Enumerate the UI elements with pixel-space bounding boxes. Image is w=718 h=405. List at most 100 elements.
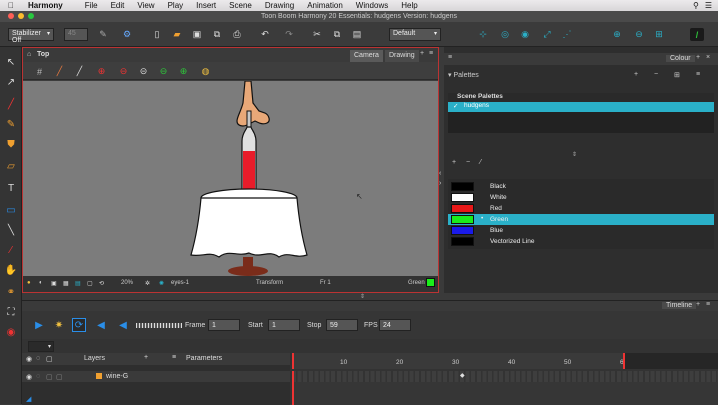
pencil-tool-icon[interactable]: ✎ bbox=[4, 117, 18, 131]
rectangle-tool-icon[interactable]: ▭ bbox=[4, 203, 18, 217]
export-icon[interactable]: ⎙ bbox=[230, 28, 244, 41]
menu-help[interactable]: Help bbox=[401, 1, 417, 10]
start-marker[interactable] bbox=[292, 353, 294, 369]
tab-colour[interactable]: Colour bbox=[666, 55, 695, 62]
panel-menu-icon[interactable]: ≡ bbox=[448, 54, 452, 61]
reset-zoom-icon[interactable]: ⊖ bbox=[117, 65, 130, 78]
stabilizer-value-field[interactable]: 45 bbox=[64, 28, 88, 41]
paint-tool-icon[interactable]: ◉ bbox=[4, 325, 18, 339]
new-scene-icon[interactable]: ▯ bbox=[150, 28, 164, 41]
light-table-icon[interactable]: ⊖ bbox=[632, 28, 646, 41]
stop-field[interactable]: 59 bbox=[326, 319, 358, 331]
open-folder-icon[interactable]: ▰ bbox=[170, 28, 184, 41]
swatch-blue[interactable]: Blue bbox=[448, 225, 714, 236]
tab-timeline[interactable]: Timeline bbox=[662, 302, 697, 309]
palettes-toggle[interactable]: ▾ Palettes bbox=[448, 71, 479, 79]
menu-drawing[interactable]: Drawing bbox=[265, 1, 294, 10]
collapse-left-icon[interactable]: ‹ bbox=[439, 170, 441, 177]
splitter-handle-icon[interactable]: ⇕ bbox=[360, 293, 365, 300]
swatch-white[interactable]: White bbox=[448, 192, 714, 203]
colour-dropper-icon[interactable]: ⁄ bbox=[480, 159, 481, 166]
apple-icon[interactable]:  bbox=[8, 1, 18, 10]
eraser-tool-icon[interactable]: ▱ bbox=[4, 159, 18, 173]
animate-icon[interactable]: ◎ bbox=[498, 28, 512, 41]
loop-icon[interactable]: ⟳ bbox=[72, 318, 86, 332]
splitter-handle-icon[interactable]: ⇕ bbox=[572, 151, 577, 158]
timeline-tracks[interactable]: ◆ bbox=[292, 371, 718, 405]
stabilizer-dropdown[interactable]: Stabilizer Off ▾ bbox=[8, 28, 54, 44]
eye-icon[interactable]: ◉ bbox=[26, 355, 32, 363]
play-icon[interactable]: ▶ bbox=[32, 318, 46, 332]
swatch-green[interactable]: • Green bbox=[448, 214, 714, 225]
stop-marker[interactable] bbox=[623, 353, 625, 369]
add-view-icon[interactable]: + bbox=[420, 50, 424, 57]
palette-item-hudgens[interactable]: ✓ hudgens bbox=[448, 102, 714, 112]
layer-name[interactable]: wine-G bbox=[106, 373, 128, 380]
current-colour-swatch[interactable] bbox=[426, 278, 435, 287]
deform-icon[interactable]: ⋰ bbox=[560, 28, 574, 41]
palette-browser-icon[interactable]: ⊞ bbox=[674, 71, 680, 79]
palette-menu-icon[interactable]: ≡ bbox=[696, 71, 700, 78]
close-panel-icon[interactable]: × bbox=[706, 54, 710, 61]
solo-icon[interactable]: ◌ bbox=[36, 373, 40, 380]
render-play-icon[interactable]: ✷ bbox=[52, 318, 66, 332]
tab-drawing[interactable]: Drawing bbox=[385, 50, 419, 62]
app-name[interactable]: Harmony bbox=[28, 1, 63, 10]
workspace-dropdown[interactable]: Default ▾ bbox=[389, 28, 441, 41]
menu-animation[interactable]: Animation bbox=[307, 1, 343, 10]
view-menu-icon[interactable]: ≡ bbox=[706, 301, 710, 308]
copy-icon[interactable]: ⧉ bbox=[330, 28, 344, 41]
tab-camera[interactable]: Camera bbox=[350, 50, 383, 62]
drawing-stage[interactable]: ↖ bbox=[23, 81, 438, 276]
add-palette-icon[interactable]: + bbox=[634, 71, 638, 78]
lock-icon[interactable]: ▢ bbox=[46, 373, 53, 381]
menu-view[interactable]: View bbox=[137, 1, 154, 10]
settings-icon[interactable]: ✲ bbox=[145, 280, 150, 287]
import-icon[interactable]: ⧉ bbox=[210, 28, 224, 41]
select-tool-icon[interactable]: ↖ bbox=[4, 55, 18, 69]
cut-icon[interactable]: ✂ bbox=[310, 28, 324, 41]
grid-toggle-icon[interactable]: # bbox=[33, 65, 46, 78]
save-icon[interactable]: ▣ bbox=[190, 28, 204, 41]
spotlight-icon[interactable]: ⚲ bbox=[693, 1, 699, 10]
menu-edit[interactable]: Edit bbox=[111, 1, 125, 10]
keyframe-icon[interactable]: ◆ bbox=[460, 372, 465, 379]
swatch-red[interactable]: Red bbox=[448, 203, 714, 214]
transform-icon[interactable]: ⤢ bbox=[540, 28, 554, 41]
playback-speed-slider[interactable] bbox=[136, 323, 182, 328]
undo-icon[interactable]: ↶ bbox=[258, 28, 272, 41]
solo-icon[interactable]: ◌ bbox=[36, 355, 40, 362]
reset-pan-icon[interactable]: ⊝ bbox=[137, 65, 150, 78]
menu-play[interactable]: Play bbox=[168, 1, 184, 10]
safe-area-icon[interactable]: ▣ bbox=[51, 280, 57, 287]
brush-properties-icon[interactable]: ⚙ bbox=[120, 28, 134, 41]
frame-field[interactable]: 1 bbox=[208, 319, 240, 331]
frame-ruler[interactable]: 10 20 30 40 50 60 70 bbox=[292, 353, 718, 369]
redo-icon[interactable]: ↷ bbox=[282, 28, 296, 41]
add-layer-icon[interactable]: + bbox=[144, 354, 148, 361]
menu-file[interactable]: File bbox=[85, 1, 98, 10]
stamp-tool-icon[interactable]: ⛊ bbox=[4, 137, 18, 151]
zoom-slider-icon[interactable]: ◢ bbox=[26, 395, 31, 403]
playhead[interactable] bbox=[292, 371, 294, 405]
render-icon[interactable]: ▦ bbox=[63, 280, 69, 287]
sound-icon[interactable]: ◀ bbox=[94, 318, 108, 332]
reset-rotation-icon[interactable]: ⊕ bbox=[95, 65, 108, 78]
sound-scrubbing-icon[interactable]: ◀ bbox=[116, 318, 130, 332]
visibility-icon[interactable]: ◉ bbox=[26, 373, 32, 381]
start-field[interactable]: 1 bbox=[268, 319, 300, 331]
light-table-toggle-icon[interactable]: ◍ bbox=[199, 65, 212, 78]
line-guide-icon[interactable]: ╱ bbox=[73, 65, 86, 78]
track-row[interactable] bbox=[292, 371, 718, 382]
lock-all-icon[interactable]: ▢ bbox=[46, 355, 53, 363]
fps-field[interactable]: 24 bbox=[379, 319, 411, 331]
layer-dropdown[interactable]: ▾ bbox=[28, 341, 54, 352]
menu-insert[interactable]: Insert bbox=[196, 1, 216, 10]
line-tool-icon[interactable]: ╲ bbox=[4, 223, 18, 237]
text-tool-icon[interactable]: T bbox=[4, 181, 18, 195]
layer-expand-icon[interactable]: ▢ bbox=[56, 373, 63, 381]
breadcrumb[interactable]: Top bbox=[37, 51, 49, 58]
light-icon[interactable]: ● bbox=[27, 280, 31, 286]
home-icon[interactable]: ⌂ bbox=[27, 51, 31, 58]
zoom-level[interactable]: 20% bbox=[121, 280, 133, 286]
